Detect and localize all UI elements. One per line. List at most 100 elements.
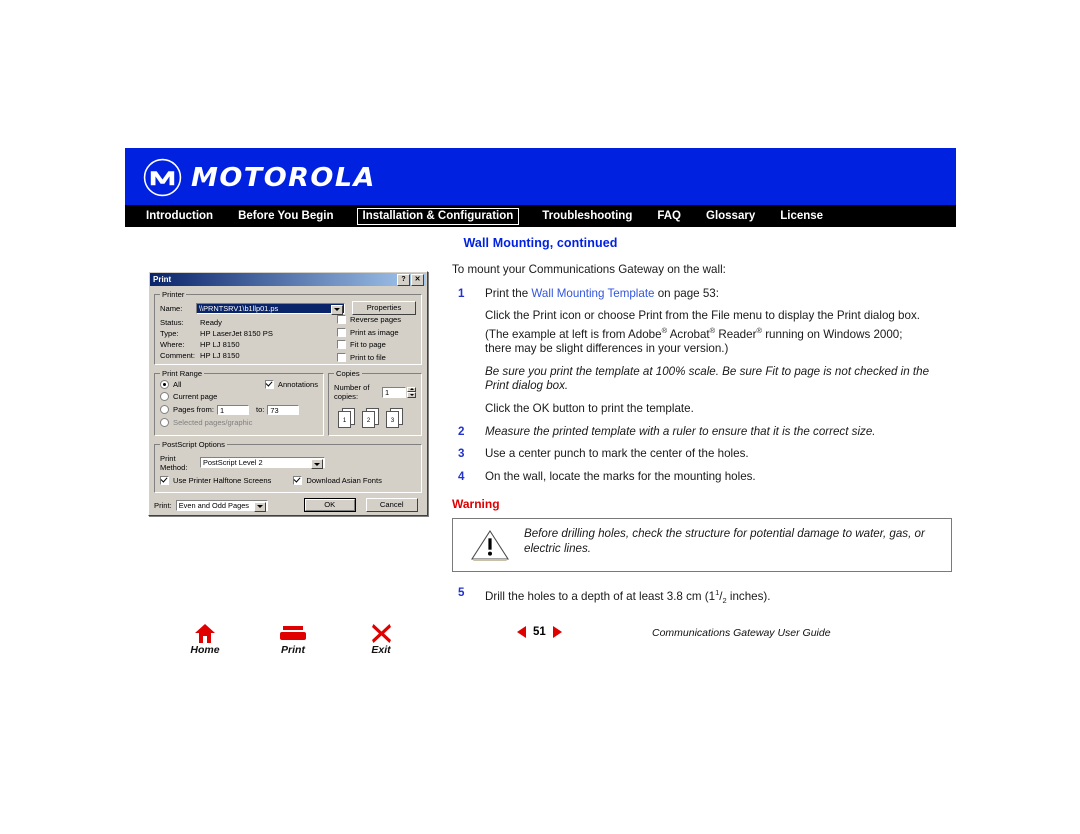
main-nav: Introduction Before You Begin Installati… [125,205,956,227]
range-selected-pages-radio: Selected pages/graphic [160,418,318,427]
nav-item-faq[interactable]: FAQ [655,209,683,224]
printer-icon [269,623,317,643]
print-dialog-title: Print [153,275,172,284]
step-1-text: Print the Wall Mounting Template on page… [485,287,952,302]
halftone-screens-checkbox[interactable]: Use Printer Halftone Screens [160,475,272,485]
range-all-label: All [173,380,182,389]
step-1-detail-line2c: Reader [715,327,757,341]
page-navigation: 51 [517,626,562,638]
ok-button[interactable]: OK [303,498,356,512]
print-to-file-label: Print to file [350,352,386,362]
step-5-post: inches). [726,589,771,603]
step-1-detail-line3: there may be slight differences in your … [485,342,729,356]
where-label: Where: [160,340,185,349]
collate-page-icon: 1 1 [338,408,355,428]
properties-button[interactable]: Properties [352,301,416,315]
stepper-down-icon[interactable] [407,392,416,398]
print-method-value: PostScript Level 2 [203,458,263,467]
exit-x-icon [357,623,405,643]
next-arrow-icon[interactable] [552,626,562,638]
print-range-group: Print Range All Annotations Current page… [154,369,324,436]
exit-button[interactable]: Exit [357,623,405,656]
range-current-page-label: Current page [173,392,218,401]
printer-group-label: Printer [162,290,185,299]
postscript-options-label: PostScript Options [162,439,225,449]
step-3: 3 Use a center punch to mark the center … [452,447,952,462]
postscript-checkboxes: Use Printer Halftone Screens Download As… [160,475,416,489]
annotations-label: Annotations [277,380,318,389]
print-to-file-checkbox[interactable]: Print to file [337,352,415,362]
step-5-text: Drill the holes to a depth of at least 3… [485,586,952,609]
chevron-down-icon[interactable] [311,459,323,469]
collate-front-label: 2 [362,411,375,428]
intro-text: To mount your Communications Gateway on … [452,263,726,276]
help-icon[interactable]: ? [397,273,410,286]
cancel-button[interactable]: Cancel [365,498,418,512]
download-asian-fonts-checkbox[interactable]: Download Asian Fonts [293,475,382,485]
checkbox-icon [264,380,274,389]
step-5-pre: Drill the holes to a depth of at least 3… [485,589,716,603]
pages-to-input[interactable]: 73 [267,404,300,415]
printer-name-value: \\PRNTSRV1\b1llp01.ps [199,303,279,313]
collate-page-icon: 2 2 [362,408,379,428]
print-dialog-titlebar: Print ? ✕ [150,273,426,286]
nav-item-installation-configuration[interactable]: Installation & Configuration [356,207,520,225]
print-method-select[interactable]: PostScript Level 2 [200,457,325,469]
wall-mounting-template-link[interactable]: Wall Mounting Template [531,287,654,300]
checkbox-icon [160,475,169,485]
document-page: MOTOROLA Introduction Before You Begin I… [125,148,956,663]
nav-item-introduction[interactable]: Introduction [144,209,215,224]
print-dialog-footer: Print: Even and Odd Pages OK Cancel [149,498,427,512]
range-all-radio[interactable]: All [160,380,265,389]
nav-item-license[interactable]: License [778,209,825,224]
step-4-number: 4 [458,469,465,483]
step-1-pre: Print the [485,286,532,300]
pages-to-label: to: [255,405,265,414]
nav-item-troubleshooting[interactable]: Troubleshooting [540,209,634,224]
print-scope-value: Even and Odd Pages [178,500,249,510]
close-icon[interactable]: ✕ [411,273,424,286]
print-dialog[interactable]: Print ? ✕ Printer Name: \\PRNTSRV1\b1llp… [148,271,428,516]
range-pages-row[interactable]: Pages from: 1 to: 73 [160,404,318,415]
range-current-page-radio[interactable]: Current page [160,392,318,401]
reverse-pages-checkbox[interactable]: Reverse pages [337,315,415,324]
motorola-wordmark: MOTOROLA [191,162,376,193]
chevron-down-icon[interactable] [253,501,266,512]
copies-input[interactable]: 1 [382,386,406,398]
chevron-down-icon[interactable] [331,304,343,315]
step-1-post: on page 53: [654,286,719,300]
step-1-detail-line1: Click the Print icon or choose Print fro… [485,309,920,323]
nav-item-glossary[interactable]: Glossary [704,209,757,224]
home-label: Home [190,644,220,656]
nav-item-before-you-begin[interactable]: Before You Begin [236,209,335,224]
range-pages-label: Pages from: [173,405,214,414]
printer-name-select[interactable]: \\PRNTSRV1\b1llp01.ps [196,302,345,315]
motorola-logo: MOTOROLA [143,158,374,197]
step-3-text: Use a center punch to mark the center of… [485,447,749,461]
checkbox-icon [337,340,346,349]
prev-arrow-icon[interactable] [517,626,526,638]
page-footer: Home Print Exit 51 Communications Gatewa… [125,623,956,665]
step-1-detail-line2d: running on Windows 2000; [761,327,903,341]
fit-to-page-checkbox[interactable]: Fit to page [337,340,415,349]
step-4-text: On the wall, locate the marks for the mo… [485,469,756,483]
instructions-column: To mount your Communications Gateway on … [452,263,952,617]
halftone-screens-label: Use Printer Halftone Screens [173,475,272,485]
checkbox-icon [337,352,346,362]
type-label: Type: [160,329,179,338]
print-button[interactable]: Print [269,623,317,656]
page-number: 51 [533,626,546,638]
comment-label: Comment: [160,351,196,360]
step-5: 5 Drill the holes to a depth of at least… [452,586,952,609]
step-5-number: 5 [458,585,465,599]
step-1-detail-line2b: Acrobat [667,327,710,341]
pages-from-input[interactable]: 1 [216,404,249,415]
print-as-image-checkbox[interactable]: Print as image [337,327,415,337]
annotations-checkbox[interactable]: Annotations [264,380,318,389]
copies-stepper[interactable] [407,386,416,398]
print-scope-select[interactable]: Even and Odd Pages [175,499,268,512]
checkbox-icon [293,475,303,485]
collate-front-label: 1 [338,411,351,428]
reverse-pages-label: Reverse pages [350,315,402,324]
home-button[interactable]: Home [181,623,229,656]
